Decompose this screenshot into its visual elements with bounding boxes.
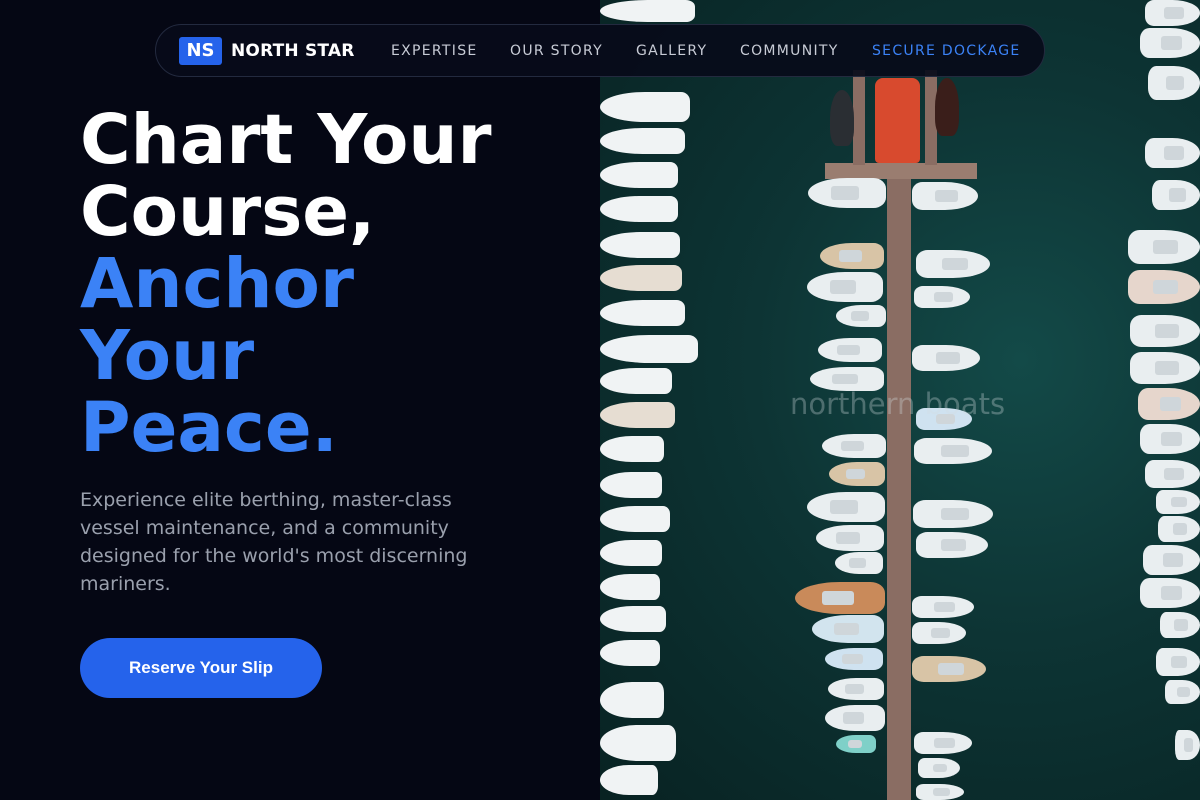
- boat-right-edge-18: [1156, 648, 1200, 676]
- boat-pier-right-11: [912, 656, 986, 682]
- boat-right-edge-1: [1145, 0, 1200, 26]
- boat-pier-right-10: [912, 622, 966, 644]
- boat-pier-right-3: [914, 286, 970, 308]
- sailboat-left-15: [600, 540, 662, 566]
- boat-pier-right-9: [912, 596, 974, 618]
- nav-link-gallery[interactable]: GALLERY: [636, 43, 707, 59]
- boat-pier-left-9: [807, 492, 885, 522]
- boat-right-edge-6: [1128, 230, 1200, 264]
- top-navigation: NS NORTH STAR EXPERTISE OUR STORY GALLER…: [155, 24, 1045, 77]
- hero-subtitle: Experience elite berthing, master-class …: [80, 489, 468, 595]
- boat-pier-right-4: [912, 345, 980, 371]
- hero-title-accent-3: Peace.: [80, 388, 338, 468]
- boat-pier-right-13: [918, 758, 960, 778]
- sailboat-left-3: [600, 128, 685, 154]
- sailboat-left-11: [600, 402, 675, 428]
- nav-link-community[interactable]: COMMUNITY: [740, 43, 839, 59]
- sailboat-left-1: [600, 0, 695, 22]
- marina-aerial-image: northern boats: [600, 0, 1200, 800]
- boat-pier-left-4: [836, 305, 886, 327]
- dark-boat-left: [830, 90, 854, 146]
- sailboat-left-14: [600, 506, 670, 532]
- boat-pier-left-2: [820, 243, 884, 269]
- sailboat-left-16: [600, 574, 660, 600]
- sailboat-left-5: [600, 196, 678, 222]
- boat-pier-right-1: [912, 182, 978, 210]
- boat-right-edge-9: [1130, 352, 1200, 384]
- boat-pier-left-13: [812, 615, 884, 643]
- hero-title-accent-2: Your: [80, 316, 255, 396]
- pier-head: [825, 163, 977, 179]
- hero-title-line-2: Course,: [80, 172, 376, 252]
- boat-pier-left-16: [825, 705, 885, 731]
- sailboat-left-17: [600, 606, 666, 632]
- boat-pier-left-15: [828, 678, 884, 700]
- boat-pier-right-7: [913, 500, 993, 528]
- boat-right-edge-14: [1158, 516, 1200, 542]
- boat-right-edge-13: [1156, 490, 1200, 514]
- boat-pier-left-14: [825, 648, 883, 670]
- boat-right-edge-4: [1145, 138, 1200, 168]
- boat-pier-right-6: [914, 438, 992, 464]
- central-pier: [887, 165, 911, 800]
- sailboat-left-4: [600, 162, 678, 188]
- hero-title: Chart Your Course, Anchor Your Peace.: [80, 104, 580, 464]
- sailboat-left-12: [600, 436, 664, 462]
- boat-pier-left-17: [836, 735, 876, 753]
- sailboat-left-21: [600, 765, 658, 795]
- boat-right-edge-8: [1130, 315, 1200, 347]
- boat-right-edge-16: [1140, 578, 1200, 608]
- logo-badge[interactable]: NS: [179, 36, 222, 65]
- boat-pier-left-11: [835, 552, 883, 574]
- boat-right-edge-2: [1140, 28, 1200, 58]
- boat-pier-left-10: [816, 525, 884, 551]
- nav-link-expertise[interactable]: EXPERTISE: [391, 43, 478, 59]
- image-watermark: northern boats: [790, 387, 1006, 421]
- boat-pier-left-12: [795, 582, 885, 614]
- boat-pier-right-8: [916, 532, 988, 558]
- boat-right-edge-20: [1175, 730, 1200, 760]
- sailboat-left-7: [600, 265, 682, 291]
- dark-boat-right: [935, 78, 959, 136]
- reserve-slip-button[interactable]: Reserve Your Slip: [80, 638, 322, 698]
- boat-pier-left-3: [807, 272, 883, 302]
- logo-text[interactable]: NORTH STAR: [231, 41, 355, 61]
- sailboat-left-8: [600, 300, 685, 326]
- boat-right-edge-17: [1160, 612, 1200, 638]
- boat-right-edge-15: [1143, 545, 1200, 575]
- sailboat-left-6: [600, 232, 680, 258]
- sailboat-left-9: [600, 335, 698, 363]
- boat-pier-left-7: [822, 434, 886, 458]
- sailboat-left-13: [600, 472, 662, 498]
- nav-link-our-story[interactable]: OUR STORY: [510, 43, 603, 59]
- hero-panel: Chart Your Course, Anchor Your Peace. Ex…: [0, 0, 600, 800]
- boat-pier-left-1: [808, 178, 886, 208]
- boat-right-edge-10: [1138, 388, 1200, 420]
- sailboat-left-19: [600, 682, 664, 718]
- boat-pier-left-8: [829, 462, 885, 486]
- red-boat: [875, 78, 920, 163]
- boat-right-edge-5: [1152, 180, 1200, 210]
- nav-link-secure-dockage[interactable]: SECURE DOCKAGE: [872, 43, 1021, 59]
- boat-right-edge-3: [1148, 66, 1200, 100]
- hero-title-line-1: Chart Your: [80, 100, 492, 180]
- hero-title-accent-1: Anchor: [80, 244, 354, 324]
- boat-right-edge-7: [1128, 270, 1200, 304]
- sailboat-left-18: [600, 640, 660, 666]
- sailboat-left-20: [600, 725, 676, 761]
- boat-right-edge-19: [1165, 680, 1200, 704]
- boat-pier-left-5: [818, 338, 882, 362]
- sailboat-left-10: [600, 368, 672, 394]
- boat-right-edge-11: [1140, 424, 1200, 454]
- sailboat-left-2: [600, 92, 690, 122]
- boat-pier-right-14: [916, 784, 964, 800]
- boat-right-edge-12: [1145, 460, 1200, 488]
- pier-top-walkway: [853, 70, 865, 165]
- boat-pier-right-12: [914, 732, 972, 754]
- boat-pier-right-2: [916, 250, 990, 278]
